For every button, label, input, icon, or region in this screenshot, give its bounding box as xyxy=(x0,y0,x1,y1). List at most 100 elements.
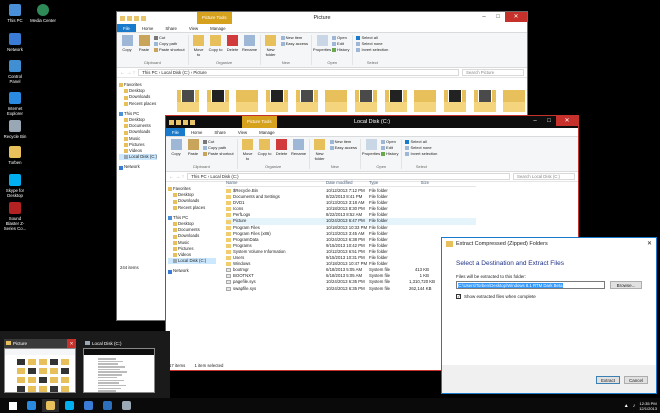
photo-folder-icon[interactable] xyxy=(503,84,526,112)
desktop-icon-recycle-bin[interactable]: Recycle Bin xyxy=(2,120,28,139)
new-item-button[interactable]: New item xyxy=(280,35,308,40)
tab-manage[interactable]: Manage xyxy=(204,24,232,32)
photo-folder-icon[interactable] xyxy=(473,84,496,112)
tab-view[interactable]: View xyxy=(232,128,253,136)
tab-file[interactable]: File xyxy=(117,24,136,32)
select-none-button[interactable]: Select none xyxy=(405,145,437,150)
column-header-type[interactable]: Type xyxy=(369,178,409,186)
rename-button[interactable]: Rename xyxy=(242,35,257,60)
desktop-icon-control-panel[interactable]: Control Panel xyxy=(2,60,28,84)
taskbar-outlook-button[interactable] xyxy=(99,399,116,412)
open-button[interactable]: Open xyxy=(381,139,398,144)
table-row[interactable]: swapfile.sys 10/24/2013 6:35 PM System fil… xyxy=(226,286,476,292)
picture-titlebar[interactable]: Picture Tools Picture – □ ✕ xyxy=(117,12,527,24)
back-forward-icon[interactable]: ← → ↑ xyxy=(169,174,184,180)
checkbox-check-icon[interactable]: ✓ xyxy=(456,294,461,299)
history-button[interactable]: History xyxy=(332,47,349,52)
taskbar-start-button[interactable] xyxy=(4,399,21,412)
address-path[interactable]: This PC › Local Disk (C:) › Picture xyxy=(138,69,459,76)
copy-path-button[interactable]: Copy path xyxy=(154,41,185,46)
tab-share[interactable]: Share xyxy=(159,24,182,32)
search-input[interactable]: Search Picture xyxy=(462,69,524,76)
cut-button[interactable]: Cut xyxy=(154,35,185,40)
clock[interactable]: 12:35 PM 12/1/2013 xyxy=(639,401,657,411)
tab-share[interactable]: Share xyxy=(208,128,231,136)
select-none-button[interactable]: Select none xyxy=(356,41,388,46)
close-button[interactable]: ✕ xyxy=(556,116,578,126)
nav-network[interactable]: Network xyxy=(168,268,216,274)
photo-folder-icon[interactable] xyxy=(206,84,229,112)
dialog-titlebar[interactable]: Extract Compressed (Zipped) Folders ✕ xyxy=(442,238,656,250)
photo-folder-icon[interactable] xyxy=(266,84,289,112)
new-folder-button[interactable]: New folder xyxy=(264,35,278,60)
desktop-icon-sound-blaster-z-series-co[interactable]: Sound Blaster Z-Series Co... xyxy=(2,202,28,231)
move-to-button[interactable]: Move to xyxy=(241,139,255,164)
paste-button[interactable]: Paste xyxy=(137,35,151,60)
close-icon[interactable]: ✕ xyxy=(67,339,76,348)
browse-button[interactable]: Browse... xyxy=(610,281,642,289)
tab-view[interactable]: View xyxy=(183,24,204,32)
back-forward-icon[interactable]: ← → ↑ xyxy=(120,70,135,76)
thumbnail-picture[interactable]: Picture ✕ xyxy=(4,339,76,393)
copy-button[interactable]: Copy xyxy=(120,35,134,60)
local-disk-titlebar[interactable]: Picture Tools Local Disk (C:) – □ ✕ xyxy=(166,116,578,128)
rename-button[interactable]: Rename xyxy=(291,139,306,164)
volume-icon[interactable]: ♪ xyxy=(633,403,636,409)
photo-folder-icon[interactable] xyxy=(355,84,378,112)
photo-folder-icon[interactable] xyxy=(444,84,467,112)
select-all-button[interactable]: Select all xyxy=(405,139,437,144)
taskbar-file-explorer-button[interactable] xyxy=(42,399,59,412)
close-button[interactable]: ✕ xyxy=(505,12,527,22)
new-folder-button[interactable]: New folder xyxy=(313,139,327,164)
desktop-icon-this-pc[interactable]: This PC xyxy=(2,4,28,23)
taskbar-settings-button[interactable] xyxy=(118,399,135,412)
edit-button[interactable]: Edit xyxy=(381,145,398,150)
photo-folder-icon[interactable] xyxy=(295,84,318,112)
tab-manage[interactable]: Manage xyxy=(253,128,281,136)
quick-access-toolbar[interactable] xyxy=(117,15,146,21)
photo-folder-icon[interactable] xyxy=(414,84,437,112)
invert-selection-button[interactable]: Invert selection xyxy=(356,47,388,52)
desktop-icon-network[interactable]: Network xyxy=(2,33,28,52)
select-all-button[interactable]: Select all xyxy=(356,35,388,40)
desktop-icon-internet-explorer[interactable]: Internet Explorer xyxy=(2,92,28,116)
tab-home[interactable]: Home xyxy=(136,24,159,32)
photo-folder-icon[interactable] xyxy=(236,84,259,112)
network-icon[interactable]: ▲ xyxy=(624,403,629,409)
copy-button[interactable]: Copy xyxy=(169,139,183,164)
show-files-checkbox[interactable]: ✓ Show extracted files when complete xyxy=(456,294,642,299)
photo-folder-icon[interactable] xyxy=(384,84,407,112)
paste-shortcut-button[interactable]: Paste shortcut xyxy=(203,151,234,156)
edit-button[interactable]: Edit xyxy=(332,41,349,46)
maximize-button[interactable]: □ xyxy=(491,12,505,22)
taskbar-internet-explorer-button[interactable] xyxy=(23,399,40,412)
copy-to-button[interactable]: Copy to xyxy=(209,35,223,60)
column-header-name[interactable]: Name xyxy=(226,178,326,186)
invert-selection-button[interactable]: Invert selection xyxy=(405,151,437,156)
easy-access-button[interactable]: Easy access xyxy=(280,41,308,46)
column-header-size[interactable]: Size xyxy=(409,178,429,186)
taskbar-skype-button[interactable] xyxy=(61,399,78,412)
properties-button[interactable]: Properties xyxy=(362,139,380,164)
move-to-button[interactable]: Move to xyxy=(192,35,206,60)
history-button[interactable]: History xyxy=(381,151,398,156)
taskbar-remote-desktop-button[interactable] xyxy=(80,399,97,412)
cut-button[interactable]: Cut xyxy=(203,139,234,144)
desktop-icon-media-center[interactable]: Media Center xyxy=(30,4,56,23)
paste-shortcut-button[interactable]: Paste shortcut xyxy=(154,47,185,52)
minimize-button[interactable]: – xyxy=(477,12,491,22)
minimize-button[interactable]: – xyxy=(528,116,542,126)
search-input[interactable]: Search Local Disk (C:) xyxy=(513,173,575,180)
tab-file[interactable]: File xyxy=(166,128,185,136)
delete-button[interactable]: Delete xyxy=(226,35,240,60)
paste-button[interactable]: Paste xyxy=(186,139,200,164)
copy-path-button[interactable]: Copy path xyxy=(203,145,234,150)
column-header-date-modified[interactable]: Date modified xyxy=(326,178,369,186)
photo-folder-icon[interactable] xyxy=(325,84,348,112)
copy-to-button[interactable]: Copy to xyxy=(258,139,272,164)
nav-network[interactable]: Network xyxy=(119,164,157,170)
thumbnail-local-disk[interactable]: Local Disk (C:) xyxy=(83,339,155,393)
new-item-button[interactable]: New item xyxy=(329,139,357,144)
maximize-button[interactable]: □ xyxy=(542,116,556,126)
easy-access-button[interactable]: Easy access xyxy=(329,145,357,150)
